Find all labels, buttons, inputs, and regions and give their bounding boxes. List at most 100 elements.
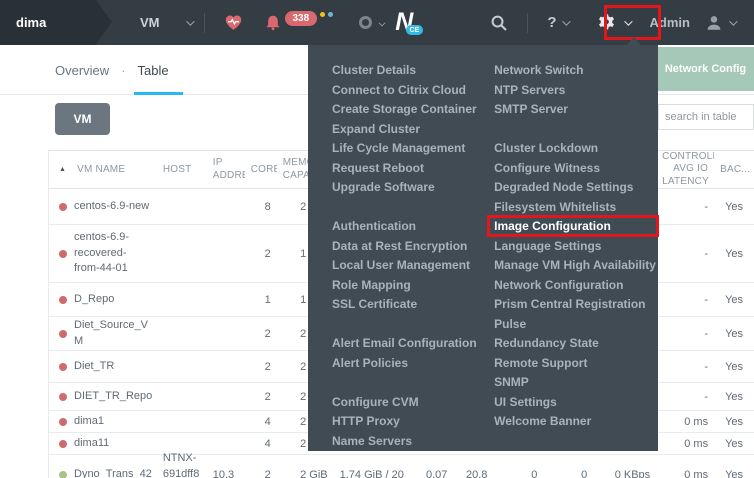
- vm-name[interactable]: centos-6.9-new: [74, 199, 151, 215]
- cell-cpu: 0.07: [409, 469, 453, 478]
- col-header-vm-name[interactable]: VM NAME: [77, 164, 125, 175]
- vm-name[interactable]: dima1: [74, 414, 151, 430]
- menu-item-request-reboot[interactable]: Request Reboot: [332, 159, 486, 179]
- tab-overview[interactable]: Overview: [55, 63, 109, 78]
- vm-name[interactable]: centos-6.9-recovered-from-44-01: [74, 230, 151, 278]
- user-name-label: Admin: [650, 15, 690, 30]
- col-header-latency[interactable]: CONTROLLER AVG IO LATENCY: [656, 151, 714, 189]
- menu-item-configure-cvm[interactable]: Configure CVM: [332, 393, 486, 413]
- vm-name[interactable]: Diet_Source_VM: [74, 318, 154, 350]
- table-row[interactable]: Dyno_Trans_42NTNX-691dff8710.322 GiB1.74…: [49, 455, 754, 478]
- cell-backup: Yes: [714, 328, 754, 340]
- cell-cores: 2: [245, 328, 277, 340]
- menu-item-network-switch[interactable]: Network Switch: [494, 61, 658, 81]
- info-dot-icon: [328, 12, 333, 17]
- user-avatar-icon: [705, 14, 723, 32]
- cell-backup: Yes: [714, 469, 754, 478]
- cell-iops_r: 0: [493, 469, 543, 478]
- cluster-selector[interactable]: dima: [0, 0, 96, 45]
- cell-latency: -: [656, 201, 714, 213]
- tab-separator: ·: [121, 63, 125, 78]
- help-question-label: ?: [547, 14, 556, 31]
- menu-item-snmp[interactable]: SNMP: [494, 373, 658, 393]
- col-header-cores[interactable]: CORES: [245, 164, 277, 175]
- tab-table[interactable]: Table: [138, 63, 169, 78]
- vm-name[interactable]: DIET_TR_Repo: [74, 389, 152, 405]
- alerts-bell-icon[interactable]: [264, 14, 282, 31]
- vm-status-red-icon: [59, 363, 67, 371]
- vm-status-red-icon: [59, 393, 67, 401]
- sort-ascending-icon[interactable]: ▲: [59, 166, 66, 173]
- search-in-table-input[interactable]: [658, 104, 754, 130]
- menu-item-cluster-lockdown[interactable]: Cluster Lockdown: [494, 139, 658, 159]
- network-config-button[interactable]: Network Config: [657, 47, 754, 91]
- menu-item-pulse[interactable]: Pulse: [494, 315, 658, 335]
- settings-dropdown-menu: Cluster DetailsConnect to Citrix CloudCr…: [308, 45, 658, 451]
- cell-backup: Yes: [714, 391, 754, 403]
- menu-caret-icon: [626, 37, 642, 46]
- vm-name[interactable]: D_Repo: [74, 292, 151, 308]
- cell-latency: 0 ms: [656, 438, 714, 450]
- menu-item-network-configuration[interactable]: Network Configuration: [494, 276, 658, 296]
- settings-gear-menu[interactable]: [591, 13, 636, 32]
- cell-latency: -: [656, 248, 714, 260]
- cell-cores: 4: [245, 438, 277, 450]
- menu-item-expand-cluster[interactable]: Expand Cluster: [332, 120, 486, 140]
- settings-menu-left-column: Cluster DetailsConnect to Citrix CloudCr…: [332, 61, 486, 451]
- menu-item-degraded-node-settings[interactable]: Degraded Node Settings: [494, 178, 658, 198]
- menu-item-ui-settings[interactable]: UI Settings: [494, 393, 658, 413]
- menu-item-name-servers[interactable]: Name Servers: [332, 432, 486, 452]
- menu-item-language-settings[interactable]: Language Settings: [494, 237, 658, 257]
- menu-item-filesystem-whitelists[interactable]: Filesystem Whitelists: [494, 198, 658, 218]
- cell-backup: Yes: [714, 248, 754, 260]
- menu-item-authentication[interactable]: Authentication: [332, 217, 486, 237]
- cell-host: NTNX-691dff87: [157, 451, 207, 478]
- menu-item-create-storage-container[interactable]: Create Storage Container: [332, 100, 486, 120]
- entity-type-dropdown[interactable]: VM: [140, 15, 192, 30]
- cell-latency: -: [656, 294, 714, 306]
- menu-item-configure-witness[interactable]: Configure Witness: [494, 159, 658, 179]
- recent-tasks-ring-icon[interactable]: [359, 16, 372, 29]
- menu-item-ntp-servers[interactable]: NTP Servers: [494, 81, 658, 101]
- menu-item-local-user-management[interactable]: Local User Management: [332, 256, 486, 276]
- cell-cores: 8: [245, 201, 277, 213]
- menu-item-redundancy-state[interactable]: Redundancy State: [494, 334, 658, 354]
- menu-item-data-at-rest-encryption[interactable]: Data at Rest Encryption: [332, 237, 486, 257]
- menu-item-upgrade-software[interactable]: Upgrade Software: [332, 178, 486, 198]
- search-icon[interactable]: [490, 14, 508, 32]
- menu-item-manage-vm-high-availability[interactable]: Manage VM High Availability: [494, 256, 658, 276]
- menu-item-alert-email-configuration[interactable]: Alert Email Configuration: [332, 334, 486, 354]
- help-menu[interactable]: ?: [547, 14, 567, 31]
- col-header-ip[interactable]: IP ADDRESS: [207, 157, 245, 182]
- cell-ip: 10.3: [207, 469, 245, 478]
- warning-dot-icon: [320, 12, 325, 17]
- menu-item-http-proxy[interactable]: HTTP Proxy: [332, 412, 486, 432]
- vm-name[interactable]: dima11: [74, 436, 151, 452]
- user-menu[interactable]: [705, 14, 735, 32]
- menu-item-ssl-certificate[interactable]: SSL Certificate: [332, 295, 486, 315]
- col-header-host[interactable]: HOST: [157, 163, 207, 177]
- menu-item-welcome-banner[interactable]: Welcome Banner: [494, 412, 658, 432]
- vm-filter-chip[interactable]: VM: [55, 103, 110, 135]
- menu-item-connect-to-citrix-cloud[interactable]: Connect to Citrix Cloud: [332, 81, 486, 101]
- menu-item-remote-support[interactable]: Remote Support: [494, 354, 658, 374]
- menu-item-role-mapping[interactable]: Role Mapping: [332, 276, 486, 296]
- alert-count-badge[interactable]: 338: [285, 11, 318, 26]
- vm-status-green-icon: [59, 471, 67, 478]
- cell-backup: Yes: [714, 438, 754, 450]
- cell-latency: -: [656, 328, 714, 340]
- menu-item-prism-central-registration[interactable]: Prism Central Registration: [494, 295, 658, 315]
- menu-item-life-cycle-management[interactable]: Life Cycle Management: [332, 139, 486, 159]
- cell-iops_w: 0: [543, 469, 593, 478]
- vm-name[interactable]: Diet_TR: [74, 359, 151, 375]
- menu-item-image-configuration[interactable]: Image Configuration: [494, 217, 658, 237]
- cell-cores: 2: [245, 469, 277, 478]
- menu-item-smtp-server[interactable]: SMTP Server: [494, 100, 658, 120]
- cell-cores: 2: [245, 361, 277, 373]
- health-heart-icon[interactable]: [224, 14, 243, 31]
- cell-cores: 4: [245, 416, 277, 428]
- col-header-backup[interactable]: BAC...: [714, 164, 754, 175]
- vm-name[interactable]: Dyno_Trans_42: [74, 467, 152, 478]
- menu-item-alert-policies[interactable]: Alert Policies: [332, 354, 486, 374]
- menu-item-cluster-details[interactable]: Cluster Details: [332, 61, 486, 81]
